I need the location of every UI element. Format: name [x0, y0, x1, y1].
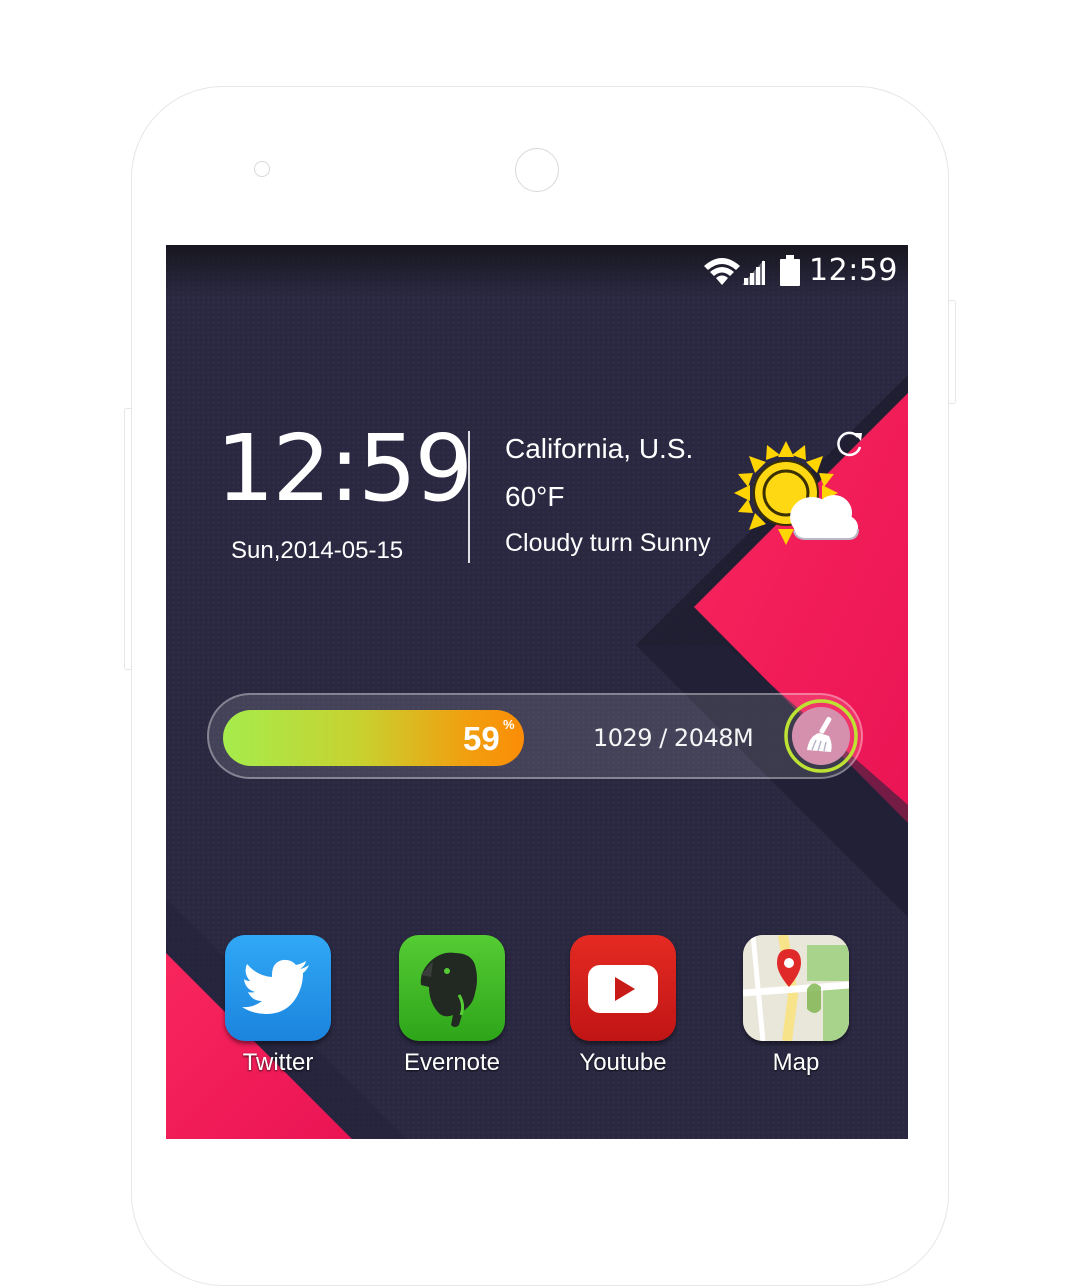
widget-divider — [468, 431, 470, 563]
weather-location[interactable]: California, U.S. — [505, 433, 693, 465]
weather-temperature: 60°F — [505, 481, 565, 512]
status-bar: 12:59 — [166, 245, 908, 297]
clock-time[interactable]: 12:59 — [216, 423, 473, 515]
app-map[interactable]: Map — [736, 935, 856, 1077]
app-youtube[interactable]: Youtube — [563, 935, 683, 1077]
weather-condition: Cloudy turn Sunny — [505, 529, 711, 557]
status-time: 12:59 — [809, 253, 898, 288]
battery-icon — [780, 255, 800, 286]
app-label: Twitter — [242, 1049, 314, 1076]
memory-percent: 59 — [463, 720, 500, 757]
status-icons — [702, 254, 800, 293]
boost-button[interactable] — [783, 698, 859, 774]
broom-icon — [784, 699, 858, 773]
wifi-icon — [704, 258, 740, 285]
memory-percent-sign: % — [503, 717, 515, 732]
map-icon[interactable] — [743, 935, 849, 1041]
volume-button — [124, 408, 131, 670]
signal-icon — [742, 260, 765, 285]
front-camera — [515, 148, 559, 192]
power-button — [949, 300, 956, 404]
youtube-icon[interactable] — [570, 935, 676, 1041]
proximity-sensor — [254, 161, 270, 177]
home-screen: 12:59 12:59 Sun,2014-05-15 California, U… — [166, 245, 908, 1139]
app-label: Evernote — [403, 1049, 501, 1076]
twitter-icon[interactable] — [225, 935, 331, 1041]
clock-date: Sun,2014-05-15 — [231, 537, 404, 564]
evernote-icon[interactable] — [399, 935, 505, 1041]
app-label: Map — [772, 1049, 820, 1076]
memory-usage-text: 1029 / 2048M — [593, 724, 754, 752]
app-label: Youtube — [579, 1049, 667, 1076]
sun-cloud-icon — [734, 441, 859, 545]
memory-widget[interactable]: 59 % 1029 / 2048M — [207, 693, 863, 779]
app-twitter[interactable]: Twitter — [218, 935, 338, 1077]
app-evernote[interactable]: Evernote — [392, 935, 512, 1077]
